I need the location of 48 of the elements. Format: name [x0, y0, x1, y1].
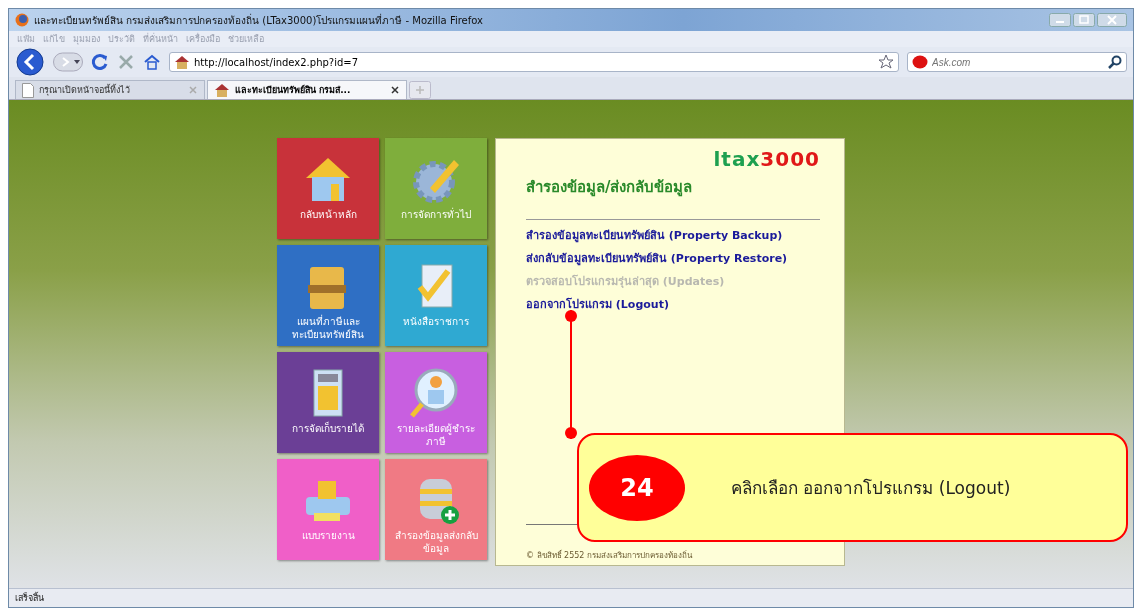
- copyright-text: © ลิขสิทธิ์ 2552 กรมส่งเสริมการปกครองท้องถิ่น: [526, 549, 694, 562]
- new-tab-icon[interactable]: [409, 81, 431, 99]
- menu-tile[interactable]: การจัดการทั่วไป: [385, 138, 487, 239]
- stop-icon[interactable]: [117, 53, 135, 71]
- minimize-icon[interactable]: [1049, 13, 1071, 27]
- menu-tile[interactable]: แบบรายงาน: [277, 459, 379, 560]
- logo-number: 3000: [760, 147, 820, 171]
- reload-icon[interactable]: [91, 53, 109, 71]
- search-icon[interactable]: [1108, 55, 1122, 69]
- menu-tile[interactable]: รายละเอียดผู้ชำระภาษี: [385, 352, 487, 453]
- menu-item[interactable]: ช่วยเหลือ: [228, 32, 264, 46]
- menu-item[interactable]: ประวัติ: [108, 32, 135, 46]
- logo-text: ltax: [713, 147, 761, 171]
- address-field[interactable]: http://localhost/index2.php?id=7: [194, 56, 874, 68]
- address-field[interactable]: http://localhost/index2.php?id=7: [169, 52, 899, 72]
- forward-icon[interactable]: [53, 52, 83, 72]
- menu-item[interactable]: แฟ้ม: [17, 32, 35, 46]
- menu-tile[interactable]: กลับหน้าหลัก: [277, 138, 379, 239]
- search-field[interactable]: Ask.com: [932, 56, 1104, 68]
- maximize-icon[interactable]: [1073, 13, 1095, 27]
- close-icon[interactable]: [390, 85, 400, 95]
- menu-tile[interactable]: สำรองข้อมูลส่งกลับข้อมูล: [385, 459, 487, 560]
- menu-item[interactable]: ที่คั่นหน้า: [143, 32, 178, 46]
- star-icon[interactable]: [878, 54, 894, 70]
- search-field[interactable]: Ask.com: [907, 52, 1127, 72]
- home-icon[interactable]: [143, 53, 161, 71]
- panel-heading: สำรองข้อมูล/ส่งกลับข้อมูล: [526, 177, 694, 199]
- window-title: และทะเบียนทรัพย์สิน กรมส่งเสริมการปกครองท้องถิ่น (LTax3000)โปรแกรมแผนที่ภาษี - Mozilla Firefox: [34, 12, 484, 28]
- menu-item[interactable]: มุมมอง: [73, 32, 100, 46]
- tab-label: กรุณาเปิดหน้าจอนี้ทิ้งไว้: [39, 83, 131, 97]
- back-icon[interactable]: [15, 48, 45, 76]
- menu-link[interactable]: ส่งกลับข้อมูลทะเบียนทรัพย์สิน (Property Restore): [526, 247, 820, 270]
- menu-item[interactable]: แก้ไข: [43, 32, 65, 46]
- page-icon: [22, 82, 34, 98]
- tab-label: และทะเบียนทรัพย์สิน กรมส่...: [235, 83, 352, 97]
- house-icon: [174, 54, 190, 70]
- house-icon: [214, 82, 230, 98]
- menu-tile[interactable]: หนังสือราชการ: [385, 245, 487, 346]
- status-text: เสร็จสิ้น: [15, 591, 44, 605]
- menu-link[interactable]: ออกจากโปรแกรม (Logout): [526, 293, 820, 316]
- callout-text: คลิกเลือก ออกจากโปรแกรม (Logout): [731, 477, 1011, 500]
- browser-tab[interactable]: และทะเบียนทรัพย์สิน กรมส่...: [207, 80, 407, 99]
- menu-item[interactable]: เครื่องมือ: [186, 32, 220, 46]
- browser-tab[interactable]: กรุณาเปิดหน้าจอนี้ทิ้งไว้: [15, 80, 205, 99]
- menu-link[interactable]: สำรองข้อมูลทะเบียนทรัพย์สิน (Property Backup): [526, 224, 820, 247]
- menu-tile[interactable]: การจัดเก็บรายได้: [277, 352, 379, 453]
- menu-tile[interactable]: แผนที่ภาษีและทะเบียนทรัพย์สิน: [277, 245, 379, 346]
- step-number: 24: [589, 454, 685, 521]
